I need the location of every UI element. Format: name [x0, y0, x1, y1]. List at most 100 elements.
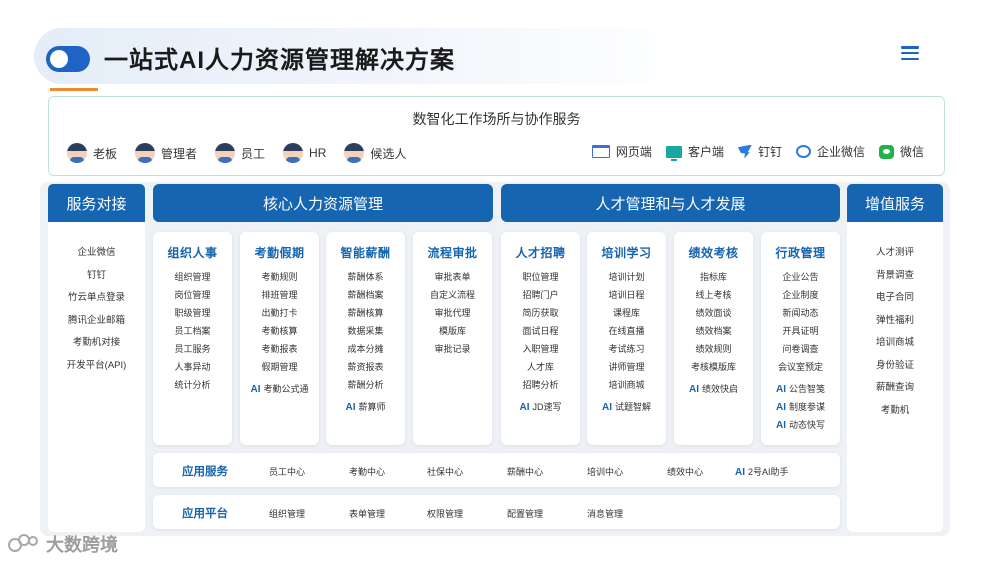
- client-wechat: 微信: [878, 143, 924, 160]
- module-attendance-leave: 考勤假期 考勤规则 排班管理 出勤打卡 考勤核算 考勤报表 假期管理 AI 考勤公…: [240, 232, 319, 445]
- ai-feature-label: 动态快写: [788, 420, 825, 430]
- role-hr: HR: [283, 143, 326, 163]
- module-title: 绩效考核: [688, 246, 739, 260]
- list-item: 身份验证: [875, 359, 914, 371]
- ai-assistant-item: AI 2号AI助手: [735, 465, 789, 478]
- module-item: 考勤核算: [261, 326, 298, 336]
- toggle-switch-icon[interactable]: [46, 46, 90, 72]
- list-item: 人才测评: [875, 247, 914, 258]
- service-integration-panel: 企业微信 钉钉 竹云单点登录 腾讯企业邮箱 考勤机对接 开发平台(API): [48, 222, 145, 532]
- module-item: 绩效面谈: [695, 308, 732, 318]
- module-item: 招聘分析: [522, 380, 559, 390]
- role-label: 老板: [93, 146, 118, 161]
- module-item: 招聘门户: [522, 290, 559, 300]
- role-label: 员工: [241, 146, 266, 161]
- module-approval-flow: 流程审批 审批表单 自定义流程 审批代理 模版库 审批记录: [413, 232, 492, 445]
- app-platform-row: 应用平台 组织管理 表单管理 权限管理 配置管理 消息管理: [153, 495, 840, 529]
- header-core-hr: 核心人力资源管理: [153, 184, 493, 222]
- module-item: 员工服务: [174, 344, 211, 354]
- module-item: 薪资报表: [347, 362, 384, 372]
- manager-avatar-icon: [135, 143, 156, 163]
- module-item: 入职管理: [522, 344, 559, 354]
- module-title: 组织人事: [167, 246, 218, 260]
- workplace-collaboration-box: 数智化工作场所与协作服务 老板 管理者 员工 HR 候选人 网页端 客户端 钉钉…: [48, 96, 945, 176]
- ai-feature: AI 试题智解: [587, 398, 666, 416]
- module-item: 组织管理: [174, 272, 211, 282]
- ai-feature-label: 薪算师: [358, 402, 386, 412]
- module-item: 会议室预定: [777, 362, 823, 372]
- row-item: 组织管理: [269, 509, 306, 519]
- module-item: 成本分摊: [347, 344, 384, 354]
- module-item: 薪酬分析: [347, 380, 384, 390]
- module-title: 流程审批: [427, 246, 478, 260]
- module-administration: 行政管理 企业公告 企业制度 新闻动态 开具证明 问卷调查 会议室预定 AI 公告…: [761, 232, 840, 445]
- ai-feature-label: 公告智笺: [788, 384, 825, 394]
- ai-feature-label: JD速写: [532, 402, 562, 412]
- module-item: 审批记录: [434, 344, 471, 354]
- module-item: 薪酬体系: [347, 272, 384, 282]
- module-item: 出勤打卡: [261, 308, 298, 318]
- ai-feature: AI 制度参谋: [761, 398, 840, 416]
- row-item: 绩效中心: [667, 467, 704, 477]
- list-item: 薪酬查询: [875, 382, 914, 393]
- module-item: 排班管理: [261, 290, 298, 300]
- module-item: 培训计划: [608, 272, 645, 282]
- module-title: 智能薪酬: [340, 246, 391, 260]
- list-item: 竹云单点登录: [67, 292, 125, 303]
- row-item: 社保中心: [427, 467, 464, 477]
- value-added-panel: 人才测评 背景调查 电子合同 弹性福利 培训商城 身份验证 薪酬查询 考勤机: [847, 222, 943, 532]
- module-item: 问卷调查: [782, 344, 819, 354]
- ai-feature: AI JD速写: [501, 398, 580, 416]
- client-label: 客户端: [687, 145, 724, 159]
- role-label: HR: [309, 146, 327, 160]
- module-item: 讲师管理: [608, 362, 645, 372]
- client-wecom: 企业微信: [795, 143, 865, 160]
- ai-badge: AI: [250, 384, 261, 395]
- module-item: 统计分析: [174, 380, 211, 390]
- module-item: 考试练习: [608, 344, 645, 354]
- module-item: 企业公告: [782, 272, 819, 282]
- wechat-icon: [878, 144, 894, 159]
- client-label: 网页端: [615, 145, 652, 159]
- ai-feature-label: 制度参谋: [788, 402, 825, 412]
- watermark-text: 大数跨境: [46, 535, 118, 555]
- client-label: 钉钉: [757, 145, 782, 159]
- module-performance: 绩效考核 指标库 线上考核 绩效面谈 绩效档案 绩效规则 考核模版库 AI 绩效快…: [674, 232, 753, 445]
- list-item: 弹性福利: [875, 314, 914, 326]
- module-item: 培训商城: [608, 380, 645, 390]
- module-item: 审批表单: [434, 272, 471, 282]
- dingtalk-icon: [737, 144, 752, 159]
- ai-badge: AI: [775, 420, 786, 431]
- row-item: 薪酬中心: [507, 467, 544, 477]
- role-manager: 管理者: [135, 143, 197, 163]
- module-title: 考勤假期: [254, 246, 305, 260]
- ai-badge: AI: [775, 384, 786, 395]
- list-item: 开发平台(API): [66, 359, 127, 371]
- watermark: 大数跨境: [8, 531, 118, 557]
- boss-avatar-icon: [67, 143, 87, 163]
- module-item: 考核模版库: [690, 362, 736, 372]
- module-item: 员工档案: [174, 326, 211, 336]
- module-item: 绩效规则: [695, 344, 732, 354]
- module-item: 开具证明: [782, 326, 819, 336]
- row-item: 表单管理: [349, 509, 386, 519]
- row-item: 权限管理: [427, 509, 464, 519]
- ai-badge: AI: [345, 402, 356, 413]
- module-item: 考勤规则: [261, 272, 298, 282]
- list-item: 考勤机对接: [72, 337, 121, 348]
- client-list: 网页端 客户端 钉钉 企业微信 微信: [591, 143, 924, 161]
- page-title: 一站式AI人力资源管理解决方案: [104, 47, 455, 74]
- ai-feature-label: 考勤公式通: [263, 384, 309, 394]
- module-training: 培训学习 培训计划 培训日程 课程库 在线直播 考试练习 讲师管理 培训商城 A…: [587, 232, 666, 445]
- list-item: 考勤机: [880, 404, 910, 416]
- candidate-avatar-icon: [344, 143, 365, 163]
- header-value-added: 增值服务: [847, 184, 943, 222]
- module-item: 审批代理: [434, 308, 471, 318]
- web-icon: [591, 145, 610, 158]
- module-item: 简历获取: [522, 308, 559, 318]
- module-org-personnel: 组织人事 组织管理 岗位管理 职级管理 员工档案 员工服务 人事异动 统计分析: [153, 232, 232, 445]
- role-label: 候选人: [370, 146, 407, 161]
- hamburger-menu-icon[interactable]: [901, 46, 919, 61]
- role-boss: 老板: [67, 143, 117, 163]
- list-item: 企业微信: [77, 247, 116, 258]
